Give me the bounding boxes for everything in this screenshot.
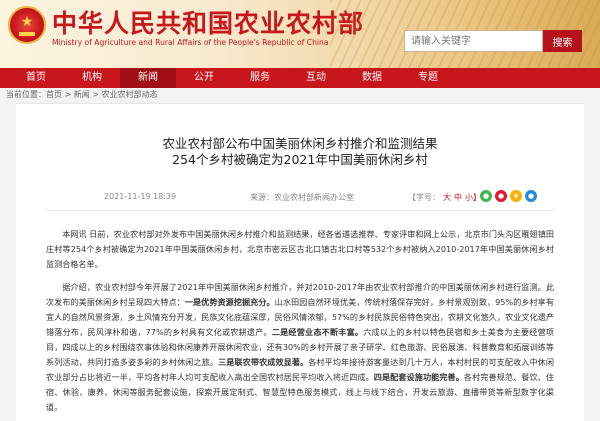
font-size-small-button[interactable]: 小】 <box>465 193 481 202</box>
qq-icon[interactable]: ● <box>525 190 537 202</box>
share-bar: ● ● ★ ● <box>480 190 537 202</box>
article-panel: 农业农村部公布中国美丽休闲乡村推介和监测结果 254个乡村被确定为2021年中国… <box>16 103 584 421</box>
search-input[interactable] <box>404 30 543 52</box>
nav-item-public[interactable]: 公开 <box>176 68 232 88</box>
qzone-icon[interactable]: ★ <box>510 190 522 202</box>
search-bar: 搜索 <box>404 30 582 52</box>
nav-item-home[interactable]: 首页 <box>8 68 64 88</box>
search-button[interactable]: 搜索 <box>543 30 582 52</box>
article-paragraph: 本网讯 日前，农业农村部对外发布中国美丽休闲乡村推介和监测结果，经各省遴选推荐、… <box>46 229 554 269</box>
highlight-text: 一是优势资源挖掘充分。 <box>184 297 275 307</box>
highlight-text: 二是经营业态不断丰富。 <box>271 327 364 337</box>
article-meta: 2021-11-19 18:39 来源：农业农村部新闻办公室 【字号：大中小】 … <box>76 190 537 206</box>
national-emblem-icon[interactable] <box>8 6 46 44</box>
site-subtitle: Ministry of Agriculture and Rural Affair… <box>52 38 329 47</box>
article-paragraph: 据介绍，农业农村部今年开展了2021年中国美丽休闲乡村推介，并对2010-201… <box>46 280 554 415</box>
meta-divider <box>46 210 554 211</box>
breadcrumb[interactable]: 当前位置：首页 > 新闻 > 农业农村部动态 <box>0 88 600 102</box>
main-nav: 首页 机构 新闻 公开 服务 互动 数据 专题 <box>0 68 600 88</box>
font-size-label: 【字号： <box>408 193 440 202</box>
nav-item-interaction[interactable]: 互动 <box>288 68 344 88</box>
site-header: 中华人民共和国农业农村部 Ministry of Agriculture and… <box>0 0 600 68</box>
nav-item-topics[interactable]: 专题 <box>400 68 456 88</box>
article-title-line1: 农业农村部公布中国美丽休闲乡村推介和监测结果 <box>162 136 438 151</box>
site-title[interactable]: 中华人民共和国农业农村部 <box>52 4 364 40</box>
publish-date: 2021-11-19 18:39 <box>104 192 177 201</box>
font-size-medium-button[interactable]: 中 <box>454 193 462 202</box>
highlight-text: 四是配套设施功能完善。 <box>373 372 464 382</box>
font-size-large-button[interactable]: 大 <box>443 193 451 202</box>
wechat-icon[interactable]: ● <box>480 190 492 202</box>
article-source: 来源：农业农村部新闻办公室 <box>250 193 354 202</box>
nav-item-institutions[interactable]: 机构 <box>64 68 120 88</box>
highlight-text: 三是联农带农成效显著。 <box>218 357 309 367</box>
nav-item-news[interactable]: 新闻 <box>120 68 176 88</box>
article-title-line2: 254个乡村被确定为2021年中国美丽休闲乡村 <box>172 152 428 167</box>
font-size-control: 【字号：大中小】 <box>408 192 481 203</box>
article-title: 农业农村部公布中国美丽休闲乡村推介和监测结果 254个乡村被确定为2021年中国… <box>16 136 584 168</box>
nav-item-data[interactable]: 数据 <box>344 68 400 88</box>
weibo-icon[interactable]: ● <box>495 190 507 202</box>
nav-item-service[interactable]: 服务 <box>232 68 288 88</box>
